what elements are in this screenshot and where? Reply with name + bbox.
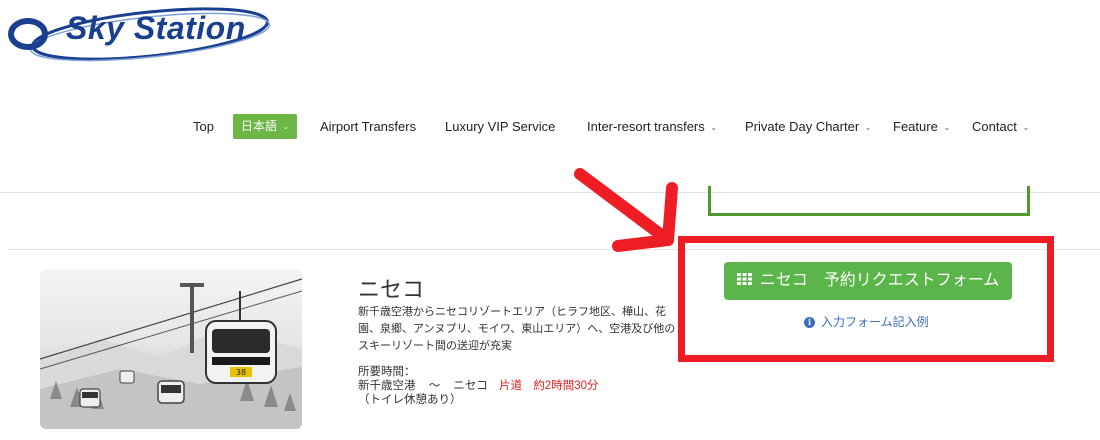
annotation-arrow-icon <box>574 168 678 252</box>
oneway-label: 片道 <box>499 380 523 392</box>
nav-item-airport-transfers[interactable]: Airport Transfers <box>320 114 416 140</box>
chevron-down-icon: ⌄ <box>864 122 872 132</box>
nav-item-feature[interactable]: Feature ⌄ <box>893 114 950 140</box>
nav-label: Contact <box>972 119 1017 134</box>
nav-item-private-charter[interactable]: Private Day Charter ⌄ <box>745 114 871 140</box>
nav-item-inter-resort[interactable]: Inter-resort transfers ⌄ <box>587 114 717 140</box>
gondola-number: 38 <box>236 368 246 377</box>
green-frame-decoration <box>708 186 1030 216</box>
nav-item-contact[interactable]: Contact ⌄ <box>972 114 1029 140</box>
site-logo[interactable]: Sky Station <box>0 0 290 70</box>
rest-stop-note: （トイレ休憩あり） <box>358 394 462 406</box>
gondola-photo: 38 <box>40 269 302 429</box>
chevron-down-icon: ⌄ <box>943 122 951 132</box>
resort-title: ニセコ <box>358 277 425 302</box>
chevron-down-icon: ⌄ <box>1022 122 1030 132</box>
nav-label: Private Day Charter <box>745 119 860 134</box>
nav-label: Inter-resort transfers <box>587 119 705 134</box>
nav-item-top[interactable]: Top <box>193 114 214 140</box>
nav-label: Airport Transfers <box>320 119 417 134</box>
travel-duration: 約2時間30分 <box>533 380 599 392</box>
nav-item-luxury-vip[interactable]: Luxury VIP Service <box>445 114 555 140</box>
nav-label: 日本語 <box>241 119 278 133</box>
main-nav: Top 日本語 ⌄ Airport Transfers Luxury VIP S… <box>0 114 1100 142</box>
nav-label: Top <box>193 119 214 134</box>
nav-item-language[interactable]: 日本語 ⌄ <box>233 114 298 139</box>
chevron-down-icon: ⌄ <box>282 122 290 132</box>
nav-label: Feature <box>893 119 938 134</box>
logo-text: Sky Station <box>66 10 246 46</box>
nav-label: Luxury VIP Service <box>445 119 556 134</box>
annotation-highlight-box <box>678 236 1054 362</box>
resort-description: 新千歳空港からニセコリゾートエリア（ヒラフ地区、樺山、花園、泉郷、アンヌプリ、モ… <box>358 306 676 352</box>
chevron-down-icon: ⌄ <box>710 122 718 132</box>
